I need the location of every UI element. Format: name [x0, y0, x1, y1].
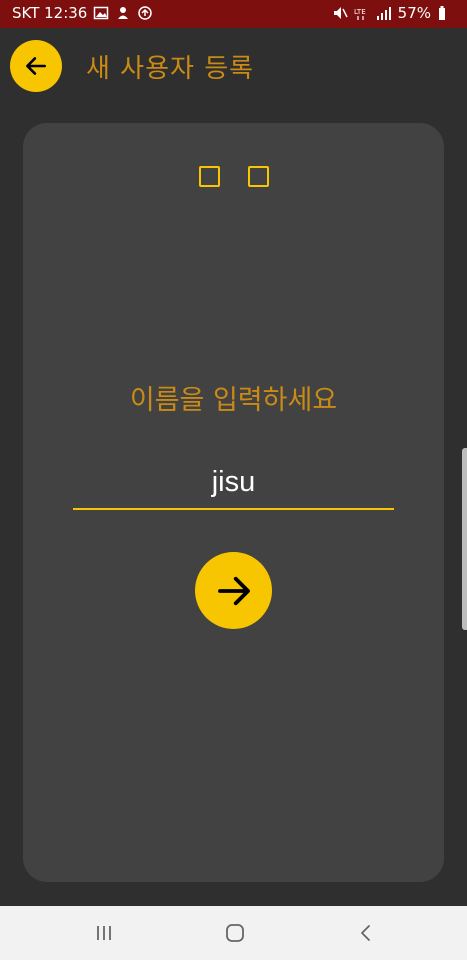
system-back-button[interactable] — [351, 918, 381, 948]
name-field[interactable] — [73, 456, 394, 510]
next-button[interactable] — [195, 552, 272, 629]
notification-icon — [115, 5, 131, 21]
page-title: 새 사용자 등록 — [86, 54, 255, 84]
svg-text:LTE: LTE — [354, 8, 366, 16]
name-prompt: 이름을 입력하세요 — [129, 385, 338, 416]
battery-icon — [437, 5, 447, 21]
step-indicators — [199, 166, 269, 187]
recents-button[interactable] — [89, 918, 119, 948]
lte-icon: LTE — [354, 5, 370, 21]
arrow-right-icon — [213, 570, 255, 612]
signal-icon — [376, 5, 392, 21]
step-indicator-1 — [199, 166, 220, 187]
home-button[interactable] — [220, 918, 250, 948]
back-icon — [355, 922, 377, 944]
status-bar: SKT 12:36 LTE 57% — [0, 0, 467, 28]
name-input[interactable] — [73, 456, 394, 508]
back-button[interactable] — [10, 40, 62, 92]
arrow-left-icon — [23, 53, 49, 79]
status-right: LTE 57% — [332, 4, 447, 22]
status-left: SKT 12:36 — [12, 4, 153, 22]
mute-icon — [332, 5, 348, 21]
registration-card: 이름을 입력하세요 — [23, 123, 444, 882]
step-indicator-2 — [248, 166, 269, 187]
home-icon — [224, 922, 246, 944]
carrier-time: SKT 12:36 — [12, 4, 88, 22]
recents-icon — [93, 922, 115, 944]
scrollbar[interactable] — [462, 448, 467, 630]
gallery-icon — [93, 5, 109, 21]
sync-icon — [137, 5, 153, 21]
battery-percent: 57% — [397, 4, 431, 22]
app-bar: 새 사용자 등록 — [0, 28, 467, 108]
nav-bar — [0, 906, 467, 960]
